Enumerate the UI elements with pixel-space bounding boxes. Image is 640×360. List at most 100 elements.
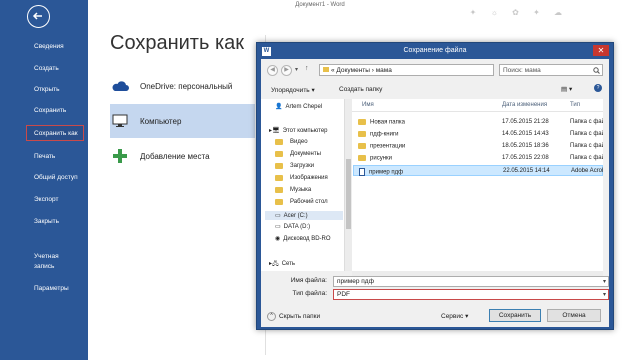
- up-arrow-icon[interactable]: ↑: [305, 65, 309, 72]
- nav-account[interactable]: Учетная запись: [34, 252, 74, 272]
- tree-label: Загрузки: [290, 163, 315, 169]
- nav-open[interactable]: Открыть: [34, 86, 60, 93]
- tree-item-documents[interactable]: Документы: [275, 151, 321, 157]
- hide-folders-label: Скрыть папки: [279, 313, 321, 320]
- chevron-down-icon[interactable]: ▾: [603, 290, 606, 300]
- help-icon[interactable]: ?: [594, 84, 602, 92]
- place-computer[interactable]: Компьютер: [110, 104, 255, 138]
- close-button[interactable]: ✕: [593, 45, 609, 56]
- search-icon: [593, 67, 600, 74]
- nav-close[interactable]: Закрыть: [34, 218, 59, 225]
- computer-icon: [112, 114, 128, 127]
- view-options-icon[interactable]: ▤ ▾: [561, 85, 572, 93]
- place-computer-label: Компьютер: [140, 116, 182, 126]
- tree-item-downloads[interactable]: Загрузки: [275, 163, 314, 169]
- service-button[interactable]: Сервис ▾: [441, 312, 468, 320]
- save-dialog: W Сохранение файла ✕ ◀ ▶ ▾ ↑ « Документы…: [256, 42, 614, 330]
- place-onedrive[interactable]: OneDrive: персональный: [110, 69, 232, 103]
- forward-nav-icon[interactable]: ▶: [281, 65, 292, 76]
- filetype-label: Тип файла:: [292, 290, 327, 297]
- search-placeholder: Поиск: мама: [503, 67, 541, 74]
- address-path: « Документы › мама: [331, 67, 392, 74]
- tree-label: Сеть: [281, 261, 296, 267]
- tree-item-music[interactable]: Музыка: [275, 187, 311, 193]
- chevron-up-icon: ^: [267, 312, 276, 321]
- nav-share[interactable]: Общий доступ: [34, 174, 78, 181]
- disc-icon: ◉: [275, 236, 281, 242]
- computer-small-icon: ▸🖥: [269, 128, 280, 134]
- cancel-button[interactable]: Отмена: [547, 309, 601, 322]
- nav-save[interactable]: Сохранить: [34, 107, 66, 114]
- nav-new[interactable]: Создать: [34, 65, 59, 72]
- table-row-selected[interactable]: пример пдф 22.05.2015 14:14 Adobe Acrob: [353, 165, 603, 176]
- folder-icon: [275, 175, 283, 181]
- tree-item-drive-c[interactable]: ▭ Acer (C:): [265, 211, 343, 220]
- tree-item-this-pc[interactable]: ▸🖥 Этот компьютер: [269, 127, 328, 135]
- table-row[interactable]: презентации 18.05.2015 18:36 Папка с фай: [352, 141, 603, 152]
- folder-icon: [275, 163, 283, 169]
- back-nav-icon[interactable]: ◀: [267, 65, 278, 76]
- plus-icon: [113, 149, 127, 163]
- table-row[interactable]: рисунки 17.05.2015 22:08 Папка с фай: [352, 153, 603, 164]
- filetype-value: PDF: [337, 291, 350, 298]
- organize-button[interactable]: Упорядочить ▾: [271, 86, 315, 94]
- tree-label: Этот компьютер: [282, 127, 328, 134]
- new-folder-button[interactable]: Создать папку: [339, 86, 382, 93]
- folder-icon: [358, 143, 366, 149]
- address-bar[interactable]: « Документы › мама: [319, 64, 494, 76]
- file-type: Папка с фай: [570, 131, 603, 137]
- place-add-label: Добавление места: [140, 151, 210, 161]
- pdf-file-icon: [359, 168, 365, 176]
- place-add[interactable]: Добавление места: [110, 139, 210, 173]
- hide-folders-button[interactable]: ^ Скрыть папки: [267, 312, 320, 321]
- nav-save-as[interactable]: Сохранить как: [26, 125, 84, 141]
- nav-print[interactable]: Печать: [34, 153, 55, 160]
- tree-item-drive-d[interactable]: ▭ DATA (D:): [275, 223, 311, 231]
- tree-item-bd-rom[interactable]: ◉ Дисковод BD-RO: [275, 235, 331, 243]
- nav-options[interactable]: Параметры: [34, 285, 69, 292]
- tree-label: Рабочий стол: [290, 199, 328, 205]
- filetype-select[interactable]: PDF ▾: [333, 289, 609, 300]
- scrollbar-thumb[interactable]: [346, 159, 351, 229]
- nav-export[interactable]: Экспорт: [34, 196, 58, 203]
- filename-input[interactable]: пример пдф ▾: [333, 276, 609, 287]
- tree-item-desktop[interactable]: Рабочий стол: [275, 199, 328, 205]
- tree-item-network[interactable]: ▸🖧 Сеть: [269, 259, 295, 269]
- column-type[interactable]: Тип: [570, 102, 580, 108]
- filename-label: Имя файла:: [290, 277, 327, 284]
- folder-icon: [358, 131, 366, 137]
- file-date: 14.05.2015 14:43: [502, 131, 549, 137]
- tree-item-user[interactable]: 👤 Artem Chepel: [275, 103, 323, 111]
- search-input[interactable]: Поиск: мама: [499, 64, 603, 76]
- tree-label: Изображения: [290, 175, 328, 181]
- drive-icon: ▭: [275, 213, 281, 219]
- tree-item-images[interactable]: Изображения: [275, 175, 328, 181]
- table-row[interactable]: Новая папка 17.05.2015 21:28 Папка с фай: [352, 117, 603, 128]
- file-name-text: пдф-книги: [370, 131, 399, 138]
- nav-info[interactable]: Сведения: [34, 43, 64, 50]
- file-type: Папка с фай: [570, 143, 603, 149]
- file-name: презентации: [358, 143, 405, 150]
- save-button[interactable]: Сохранить: [489, 309, 541, 322]
- page-title: Сохранить как: [110, 32, 245, 54]
- tree-label: Artem Chepel: [285, 103, 323, 110]
- table-row[interactable]: пдф-книги 14.05.2015 14:43 Папка с фай: [352, 129, 603, 140]
- tree-scrollbar[interactable]: [344, 99, 352, 271]
- tree-label: Видео: [290, 139, 308, 145]
- file-name-text: презентации: [370, 143, 406, 150]
- filename-value: пример пдф: [337, 278, 374, 285]
- file-date: 22.05.2015 14:14: [503, 168, 550, 174]
- folder-icon: [275, 187, 283, 193]
- tree-label: DATA (D:): [283, 223, 311, 230]
- folder-icon: [275, 199, 283, 205]
- chevron-down-icon[interactable]: ▾: [603, 277, 606, 287]
- column-name[interactable]: Имя: [362, 102, 374, 108]
- recent-dropdown-icon[interactable]: ▾: [295, 66, 298, 73]
- file-name-text: рисунки: [370, 155, 392, 162]
- tree-item-video[interactable]: Видео: [275, 139, 308, 145]
- file-type: Папка с фай: [570, 155, 603, 161]
- folder-icon: [358, 119, 366, 125]
- folder-icon: [275, 139, 283, 145]
- column-date[interactable]: Дата изменения: [502, 102, 547, 108]
- service-label: Сервис: [441, 313, 464, 320]
